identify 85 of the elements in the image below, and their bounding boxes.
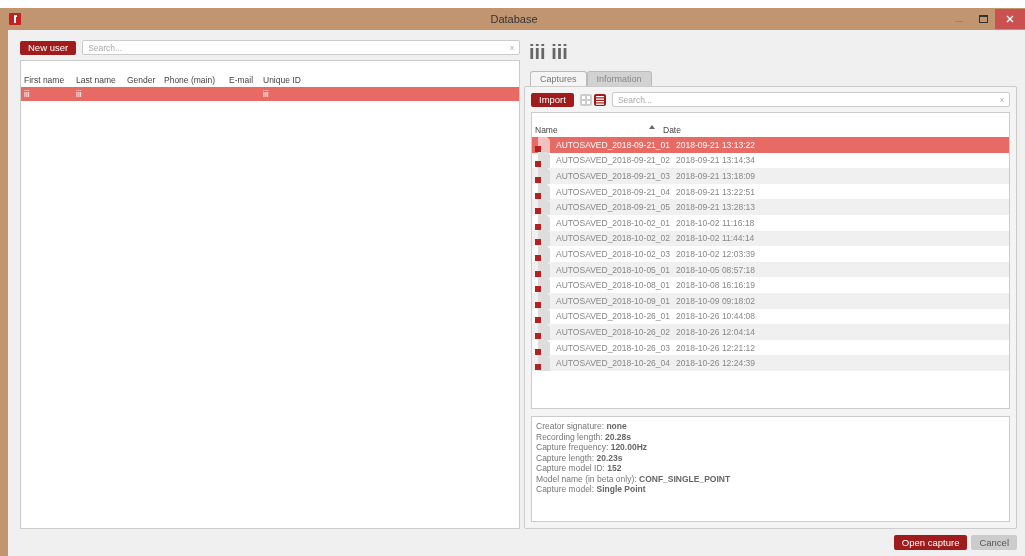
column-header[interactable]: Phone (main)	[164, 73, 229, 87]
capture-row[interactable]: AUTOSAVED_2018-09-21_05 2018-09-21 13:28:13	[532, 199, 1009, 215]
capture-name: AUTOSAVED_2018-09-21_01	[556, 139, 671, 150]
capture-date: 2018-09-21 13:14:34	[676, 155, 755, 166]
file-icon	[535, 136, 552, 153]
capture-row[interactable]: AUTOSAVED_2018-09-21_02 2018-09-21 13:14:34	[532, 152, 1009, 169]
capture-name: AUTOSAVED_2018-10-02_02	[556, 233, 671, 244]
search-field[interactable]: Search... x	[82, 40, 520, 55]
list-view-button[interactable]	[593, 93, 606, 106]
capture-date: 2018-10-26 12:04:14	[676, 326, 755, 337]
file-icon	[535, 308, 552, 325]
column-header[interactable]: Last name	[76, 73, 127, 87]
column-header[interactable]: Gender	[127, 73, 164, 87]
capture-name: AUTOSAVED_2018-10-05_01	[556, 264, 671, 275]
capture-date: 2018-09-21 13:28:13	[676, 202, 755, 213]
maximize-icon	[978, 15, 988, 23]
table-row[interactable]: iii iii iii	[21, 87, 519, 101]
detail-line: Capture model ID: 152	[536, 463, 623, 474]
detail-line: Creator signature: none	[536, 421, 628, 432]
file-icon	[535, 199, 552, 216]
capture-date: 2018-10-02 11:44:14	[676, 233, 755, 244]
import-button[interactable]: Import	[531, 92, 574, 107]
capture-name: AUTOSAVED_2018-10-02_03	[556, 248, 671, 259]
capture-name: AUTOSAVED_2018-09-21_04	[556, 186, 671, 197]
clear-button[interactable]: x	[510, 43, 514, 52]
close-icon	[1006, 15, 1014, 23]
window-title: Database	[489, 13, 539, 25]
capture-date: 2018-09-21 13:13:22	[676, 139, 755, 150]
detail-line: Capture frequency: 120.00Hz	[536, 442, 649, 453]
capture-row[interactable]: AUTOSAVED_2018-10-05_01 2018-10-05 08:57:18	[532, 261, 1009, 278]
capture-date: 2018-10-02 12:03:39	[676, 248, 755, 259]
capture-row[interactable]: AUTOSAVED_2018-10-09_01 2018-10-09 09:18:02	[532, 292, 1009, 309]
detail-line: Recording length: 20.28s	[536, 431, 632, 442]
capture-date: 2018-10-08 16:16:19	[676, 280, 755, 291]
file-icon	[535, 230, 552, 247]
column-header[interactable]: First name	[24, 73, 76, 87]
search-field[interactable]: Search... x	[611, 92, 1010, 107]
capture-name: AUTOSAVED_2018-10-26_04	[556, 358, 671, 369]
app-logo-icon	[9, 13, 21, 25]
capture-date: 2018-10-09 09:18:02	[676, 295, 755, 306]
cancel-button[interactable]: Cancel	[971, 535, 1017, 550]
file-icon	[535, 277, 552, 294]
capture-row[interactable]: AUTOSAVED_2018-10-02_01 2018-10-02 11:16:18	[532, 214, 1009, 231]
capture-row[interactable]: AUTOSAVED_2018-10-26_03 2018-10-26 12:21:12	[532, 339, 1009, 356]
capture-name: AUTOSAVED_2018-10-26_02	[556, 326, 671, 337]
capture-name: AUTOSAVED_2018-10-02_01	[556, 217, 671, 228]
new-user-button[interactable]: New user	[20, 40, 77, 55]
file-icon	[535, 152, 552, 169]
detail-line: Model name (in beta only): CONF_SINGLE_POINT	[536, 473, 732, 484]
capture-name: AUTOSAVED_2018-09-21_02	[556, 155, 671, 166]
clear-button[interactable]: x	[1000, 95, 1004, 104]
capture-date: 2018-09-21 13:22:51	[676, 186, 755, 197]
capture-name: AUTOSAVED_2018-10-08_01	[556, 280, 671, 291]
close-button[interactable]	[995, 9, 1025, 29]
tab[interactable]: Captures	[530, 71, 587, 86]
capture-row[interactable]: AUTOSAVED_2018-10-02_02 2018-10-02 11:44:14	[532, 230, 1009, 247]
capture-date: 2018-10-05 08:57:18	[676, 264, 755, 275]
column-header[interactable]: Name	[535, 125, 566, 135]
column-header[interactable]: Unique ID	[263, 73, 323, 87]
column-header[interactable]: Date	[663, 125, 689, 135]
capture-row[interactable]: AUTOSAVED_2018-09-21_04 2018-09-21 13:22:51	[532, 183, 1009, 200]
capture-name: AUTOSAVED_2018-10-26_03	[556, 342, 671, 353]
capture-date: 2018-10-26 12:21:12	[676, 342, 755, 353]
capture-row[interactable]: AUTOSAVED_2018-10-08_01 2018-10-08 16:16:19	[532, 277, 1009, 293]
column-header[interactable]: E-mail	[229, 73, 263, 87]
capture-date: 2018-09-21 13:18:09	[676, 171, 755, 181]
capture-row[interactable]: AUTOSAVED_2018-09-21_01 2018-09-21 13:13:22	[532, 137, 1009, 153]
capture-date: 2018-10-26 12:24:39	[676, 358, 755, 369]
file-icon	[535, 355, 552, 372]
capture-row[interactable]: AUTOSAVED_2018-09-21_03 2018-09-21 13:18:09	[532, 168, 1009, 184]
capture-name: AUTOSAVED_2018-09-21_05	[556, 202, 671, 213]
capture-row[interactable]: AUTOSAVED_2018-10-02_03 2018-10-02 12:03:39	[532, 246, 1009, 262]
capture-date: 2018-10-02 11:16:18	[676, 217, 755, 228]
capture-row[interactable]: AUTOSAVED_2018-10-26_01 2018-10-26 10:44:08	[532, 308, 1009, 325]
detail-line: Capture length: 20.23s	[536, 452, 624, 463]
capture-name: AUTOSAVED_2018-09-21_03	[556, 171, 671, 181]
capture-row[interactable]: AUTOSAVED_2018-10-26_04 2018-10-26 12:24:39	[532, 355, 1009, 371]
capture-row[interactable]: AUTOSAVED_2018-10-26_02 2018-10-26 12:04:14	[532, 324, 1009, 340]
detail-line: Capture model: Single Point	[536, 484, 647, 495]
tab[interactable]: Information	[586, 71, 652, 86]
user-heading: iii iii	[529, 41, 569, 63]
capture-name: AUTOSAVED_2018-10-26_01	[556, 311, 671, 322]
capture-name: AUTOSAVED_2018-10-09_01	[556, 295, 671, 306]
capture-date: 2018-10-26 10:44:08	[676, 311, 755, 322]
open-capture-button[interactable]: Open capture	[893, 535, 968, 550]
